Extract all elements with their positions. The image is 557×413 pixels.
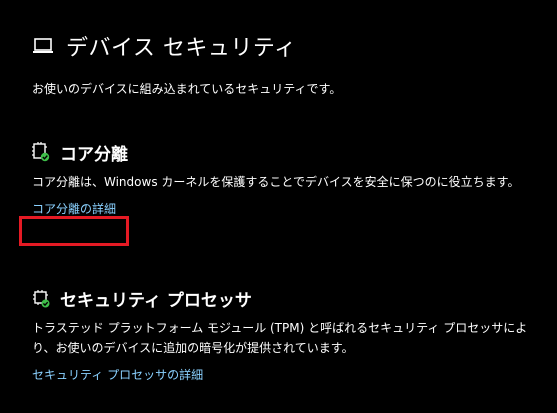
security-processor-header: セキュリティ プロセッサ — [32, 286, 542, 311]
security-processor-details-link[interactable]: セキュリティ プロセッサの詳細 — [32, 366, 203, 383]
core-isolation-section: コア分離 コア分離は、Windows カーネルを保護することでデバイスを安全に保… — [32, 140, 542, 217]
core-isolation-title: コア分離 — [60, 144, 128, 165]
device-security-page: デバイス セキュリティ お使いのデバイスに組み込まれているセキュリティです。 コ… — [0, 0, 557, 413]
highlight-box — [19, 216, 129, 246]
security-processor-chip-check-icon — [32, 288, 50, 308]
page-title: デバイス セキュリティ — [66, 36, 297, 61]
page-header: デバイス セキュリティ — [32, 30, 297, 62]
security-processor-description: トラステッド プラットフォーム モジュール (TPM) と呼ばれるセキュリティ … — [32, 321, 528, 355]
security-processor-section: セキュリティ プロセッサ トラステッド プラットフォーム モジュール (TPM)… — [32, 286, 542, 383]
core-isolation-description: コア分離は、Windows カーネルを保護することでデバイスを安全に保つのに役立… — [32, 175, 520, 189]
security-processor-title: セキュリティ プロセッサ — [60, 290, 252, 311]
page-description: お使いのデバイスに組み込まれているセキュリティです。 — [32, 82, 342, 96]
core-isolation-details-link[interactable]: コア分離の詳細 — [32, 200, 116, 217]
core-isolation-chip-check-icon — [32, 142, 50, 162]
core-isolation-header: コア分離 — [32, 140, 542, 165]
laptop-icon — [32, 37, 54, 55]
